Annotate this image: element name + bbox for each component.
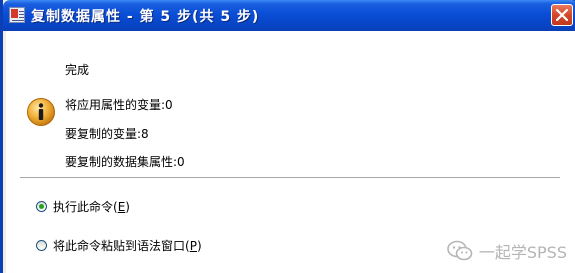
radio-paste-suffix: ) [196,238,202,253]
close-icon [556,9,568,21]
dialog-content: 完成 将应用属性的变量:0 要复制的变量:8 要复制的数据集属性:0 执行此命令… [6,31,575,273]
radio-button-selected[interactable] [36,200,47,212]
window-title: 复制数据属性 - 第 5 步(共 5 步) [31,9,260,25]
watermark: 一起学SPSS [447,239,567,263]
info-icon [27,98,55,126]
separator [20,177,560,179]
radio-run-label: 执行此命令( [53,199,118,214]
title-bar[interactable]: 复制数据属性 - 第 5 步(共 5 步) [3,0,575,31]
radio-paste-accesskey: P [189,238,197,253]
radio-run-suffix: ) [125,199,130,214]
close-button[interactable] [551,4,573,26]
radio-paste-label: 将此命令粘贴到语法窗口( [53,238,190,253]
radio-run-command[interactable]: 执行此命令(E) [36,198,130,214]
dialog-window: 复制数据属性 - 第 5 步(共 5 步) 完成 将应用属性的变量:0 要复制的… [0,0,575,273]
info-line-variables-copied: 要复制的变量:8 [65,127,149,141]
completion-heading: 完成 [65,63,90,77]
info-line-variables-applied: 将应用属性的变量:0 [65,98,173,112]
info-line-dataset-properties: 要复制的数据集属性:0 [65,155,185,169]
watermark-text: 一起学SPSS [478,243,567,262]
wechat-icon [447,240,473,261]
radio-paste-syntax[interactable]: 将此命令粘贴到语法窗口(P) [36,237,202,253]
spss-app-icon[interactable] [9,7,25,23]
radio-button-unselected[interactable] [36,239,47,251]
